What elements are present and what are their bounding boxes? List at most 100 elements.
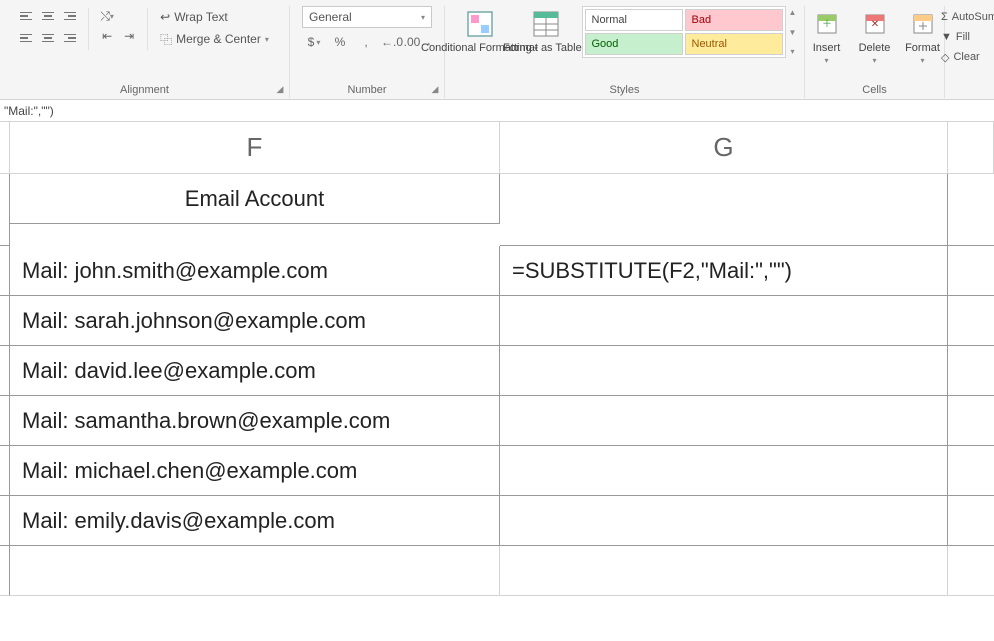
formula-bar-content: "Mail:","") — [4, 104, 54, 118]
col-header-G[interactable]: G — [500, 122, 948, 174]
group-editing: ΣAutoSum ▼Fill ◇Clear — [945, 6, 993, 98]
column-headers: F G — [0, 122, 994, 174]
cell[interactable] — [948, 496, 994, 546]
cell[interactable] — [948, 346, 994, 396]
conditional-formatting-button[interactable]: Conditional Formatting ▾ — [450, 6, 510, 54]
clear-icon: ◇ — [941, 51, 949, 64]
delete-icon: ✕ — [859, 8, 891, 40]
cell[interactable] — [0, 546, 10, 596]
table-row: Mail: sarah.johnson@example.com — [0, 296, 994, 346]
cell[interactable]: Mail: john.smith@example.com — [10, 246, 500, 296]
cell[interactable]: Mail: emily.davis@example.com — [10, 496, 500, 546]
align-top[interactable] — [16, 6, 36, 26]
decrease-indent[interactable]: ⇤ — [97, 26, 117, 46]
merge-icon: ⿻ — [160, 31, 172, 48]
increase-indent[interactable]: ⇥ — [119, 26, 139, 46]
number-dialog-launcher[interactable]: ◢ — [429, 83, 441, 95]
orientation-button[interactable]: ⤭▾ — [97, 6, 117, 26]
alignment-dialog-launcher[interactable]: ◢ — [274, 83, 286, 95]
merge-center-label: Merge & Center — [176, 32, 261, 46]
merge-center-button[interactable]: ⿻Merge & Center▾ — [156, 28, 273, 50]
svg-text:＋: ＋ — [822, 19, 832, 30]
cell[interactable] — [948, 246, 994, 296]
cell[interactable] — [500, 346, 948, 396]
format-icon — [907, 8, 939, 40]
cell-styles-gallery[interactable]: Normal Bad Good Neutral — [582, 6, 786, 58]
cell[interactable] — [0, 246, 10, 296]
cell[interactable] — [500, 296, 948, 346]
cell[interactable] — [0, 346, 10, 396]
format-button[interactable]: Format▾ — [902, 6, 944, 66]
number-format-dropdown[interactable]: General▾ — [302, 6, 432, 28]
cell[interactable]: Mail: michael.chen@example.com — [10, 446, 500, 496]
comma-button[interactable]: , — [354, 32, 378, 52]
style-bad[interactable]: Bad — [685, 9, 783, 31]
insert-button[interactable]: ＋ Insert▾ — [806, 6, 848, 66]
table-row: Mail: samantha.brown@example.com — [0, 396, 994, 446]
cell[interactable] — [500, 496, 948, 546]
cell[interactable] — [0, 174, 10, 246]
cell[interactable] — [948, 396, 994, 446]
increase-decimal[interactable]: ←.0 — [380, 32, 404, 52]
cell[interactable] — [10, 546, 500, 596]
table-row: Mail: john.smith@example.com =SUBSTITUTE… — [0, 246, 994, 296]
cell[interactable] — [948, 174, 994, 246]
cell[interactable] — [500, 174, 948, 246]
autosum-button[interactable]: ΣAutoSum — [939, 8, 994, 26]
cell[interactable]: Mail: david.lee@example.com — [10, 346, 500, 396]
group-cells: ＋ Insert▾ ✕ Delete▾ Format▾ Cells — [805, 6, 945, 98]
percent-button[interactable]: % — [328, 32, 352, 52]
delete-button[interactable]: ✕ Delete▾ — [854, 6, 896, 66]
style-normal[interactable]: Normal — [585, 9, 683, 31]
cell[interactable]: Mail: sarah.johnson@example.com — [10, 296, 500, 346]
cells-group-label: Cells — [862, 84, 886, 96]
align-middle[interactable] — [38, 6, 58, 26]
col-header-F[interactable]: F — [10, 122, 500, 174]
fill-icon: ▼ — [941, 31, 952, 43]
styles-group-label: Styles — [610, 84, 640, 96]
table-row: Email Account — [0, 174, 994, 246]
align-grid — [16, 6, 80, 48]
grid-rows: Email Account Mail: john.smith@example.c… — [0, 174, 994, 596]
cell[interactable] — [948, 546, 994, 596]
align-left[interactable] — [16, 28, 36, 48]
wrap-text-button[interactable]: ↩Wrap Text — [156, 6, 273, 28]
clear-button[interactable]: ◇Clear — [939, 48, 994, 66]
conditional-formatting-icon — [464, 8, 496, 40]
number-format-value: General — [309, 10, 352, 24]
cell[interactable]: Mail: samantha.brown@example.com — [10, 396, 500, 446]
insert-icon: ＋ — [811, 8, 843, 40]
sigma-icon: Σ — [941, 11, 948, 23]
table-row: Mail: david.lee@example.com — [0, 346, 994, 396]
cell[interactable] — [500, 546, 948, 596]
align-bottom[interactable] — [60, 6, 80, 26]
cell[interactable] — [0, 396, 10, 446]
cell[interactable]: =SUBSTITUTE(F2,"Mail:","") — [500, 246, 948, 296]
align-right[interactable] — [60, 28, 80, 48]
group-alignment: ⤭▾ ⇤ ⇥ ↩Wrap Text ⿻Merge & Center▾ Align… — [0, 6, 290, 98]
styles-scroll[interactable]: ▲▼▾ — [786, 6, 800, 58]
cell[interactable] — [0, 446, 10, 496]
cell[interactable] — [0, 296, 10, 346]
table-row — [0, 546, 994, 596]
format-as-table-button[interactable]: Format as Table ▾ — [516, 6, 576, 54]
col-header-H[interactable] — [948, 122, 994, 174]
currency-button[interactable]: $▾ — [302, 32, 326, 52]
align-center[interactable] — [38, 28, 58, 48]
cell[interactable] — [948, 446, 994, 496]
cell[interactable] — [500, 446, 948, 496]
col-header-E[interactable] — [0, 122, 10, 174]
cell[interactable] — [948, 296, 994, 346]
table-row: Mail: emily.davis@example.com — [0, 496, 994, 546]
wrap-text-icon: ↩ — [160, 10, 170, 24]
number-group-label: Number — [347, 84, 386, 96]
style-good[interactable]: Good — [585, 33, 683, 55]
cell[interactable] — [500, 396, 948, 446]
fill-button[interactable]: ▼Fill — [939, 28, 994, 46]
formula-bar[interactable]: "Mail:","") — [0, 100, 994, 122]
cell[interactable] — [0, 496, 10, 546]
alignment-group-label: Alignment — [120, 84, 169, 96]
style-neutral[interactable]: Neutral — [685, 33, 783, 55]
table-row: Mail: michael.chen@example.com — [0, 446, 994, 496]
header-cell-email-account[interactable]: Email Account — [10, 174, 500, 224]
